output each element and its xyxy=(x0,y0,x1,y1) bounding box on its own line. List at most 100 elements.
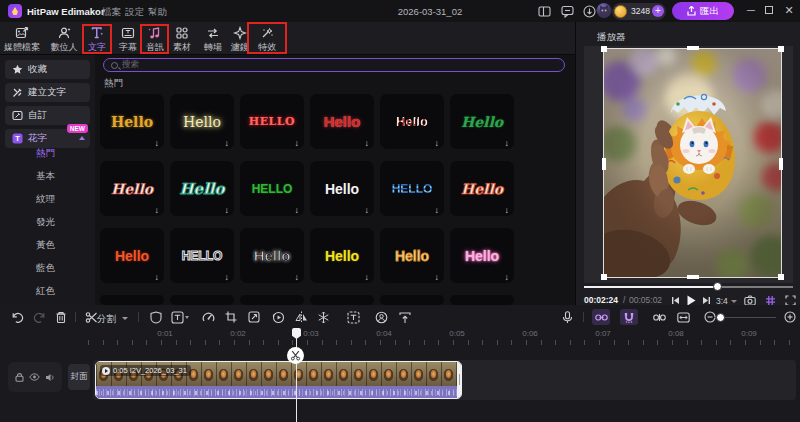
close-button[interactable]: ✕ xyxy=(782,4,796,18)
flip-button[interactable] xyxy=(292,309,310,325)
mask-button[interactable] xyxy=(147,309,165,325)
text-style-tile[interactable]: Hello↓ xyxy=(100,161,164,216)
split-at-playhead-button[interactable] xyxy=(287,347,304,364)
download-icon[interactable]: ↓ xyxy=(435,272,440,282)
link-clips-button[interactable] xyxy=(592,309,610,325)
download-icon[interactable]: ↓ xyxy=(155,205,160,215)
text-style-tile[interactable] xyxy=(240,295,304,305)
video-preview[interactable] xyxy=(604,49,781,277)
text-style-tile[interactable]: Hello↓ xyxy=(380,228,444,283)
download-icon[interactable]: ↓ xyxy=(365,138,370,148)
video-clip[interactable]: 0:05 I2V_2026_03_31 xyxy=(95,361,462,399)
download-icon[interactable]: ↓ xyxy=(155,138,160,148)
download-icon[interactable]: ↓ xyxy=(295,272,300,282)
playhead-handle[interactable] xyxy=(292,328,301,339)
tab-transitions[interactable]: 轉場 xyxy=(204,25,222,54)
download-icon[interactable] xyxy=(581,3,597,19)
sidebar-item-create-text[interactable]: 建立文字 xyxy=(5,83,90,102)
lock-icon[interactable] xyxy=(15,372,24,382)
text-template-button[interactable] xyxy=(344,309,362,325)
download-icon[interactable]: ↓ xyxy=(295,138,300,148)
download-icon[interactable]: ↓ xyxy=(225,138,230,148)
download-icon[interactable]: ↓ xyxy=(505,138,510,148)
mute-icon[interactable] xyxy=(45,373,55,382)
selection-handle[interactable] xyxy=(601,274,607,280)
text-style-tile[interactable]: HELLO↓ xyxy=(380,161,444,216)
user-avatar[interactable] xyxy=(596,2,612,18)
text-style-tile[interactable]: Hello↓ xyxy=(310,94,374,149)
download-icon[interactable]: ↓ xyxy=(225,205,230,215)
text-style-tile[interactable] xyxy=(380,295,444,305)
progress-scrubber[interactable] xyxy=(713,282,722,291)
download-icon[interactable]: ↓ xyxy=(435,205,440,215)
export-frame-button[interactable] xyxy=(245,309,263,325)
download-icon[interactable]: ↓ xyxy=(225,272,230,282)
magnet-snap-button[interactable] xyxy=(620,309,638,325)
download-icon[interactable]: ↓ xyxy=(435,138,440,148)
text-style-tile[interactable]: Hello↓ xyxy=(450,94,514,149)
text-style-tile[interactable]: Hello↓ xyxy=(100,94,164,149)
selection-handle[interactable] xyxy=(687,275,699,279)
add-coins-button[interactable]: + xyxy=(652,5,664,17)
zoom-in-button[interactable] xyxy=(781,309,799,325)
tab-stickers[interactable]: 素材 xyxy=(173,25,191,54)
download-icon[interactable]: ↓ xyxy=(155,272,160,282)
coins-balance[interactable]: 3248 + xyxy=(612,3,666,20)
speed-button[interactable] xyxy=(199,309,217,325)
reverse-play-button[interactable] xyxy=(269,309,287,325)
playback-progress-bar[interactable] xyxy=(584,286,793,288)
text-style-tile[interactable]: Hello↓ xyxy=(170,161,234,216)
text-tool-button[interactable] xyxy=(171,309,189,325)
text-style-tile[interactable] xyxy=(310,295,374,305)
sidebar-item-custom[interactable]: 自訂 xyxy=(5,106,90,125)
subcategory-glow[interactable]: 發光 xyxy=(36,216,55,229)
text-style-tile[interactable]: HELLO↓ xyxy=(240,161,304,216)
text-style-tile[interactable]: Hello↓ xyxy=(170,94,234,149)
download-icon[interactable]: ↓ xyxy=(365,205,370,215)
sidebar-item-fancy-text[interactable]: T 花字 NEW xyxy=(5,129,90,148)
freeze-frame-button[interactable] xyxy=(314,309,332,325)
layout-panels-icon[interactable] xyxy=(536,3,552,19)
tab-digital-human[interactable]: 數位人 xyxy=(51,25,78,54)
menu-settings[interactable]: 設定 xyxy=(125,6,144,19)
minimize-button[interactable]: ─ xyxy=(744,4,758,18)
menu-help[interactable]: 幫助 xyxy=(148,6,167,19)
text-style-tile[interactable]: Hello↓ xyxy=(310,228,374,283)
selection-handle[interactable] xyxy=(687,46,699,50)
record-voiceover-button[interactable] xyxy=(558,309,576,325)
text-style-tile[interactable] xyxy=(170,295,234,305)
text-style-tile[interactable] xyxy=(450,295,514,305)
cover-button[interactable]: 封面 xyxy=(68,364,90,390)
download-icon[interactable]: ↓ xyxy=(365,272,370,282)
text-style-tile[interactable]: Hello↓ xyxy=(380,94,444,149)
delete-button[interactable] xyxy=(52,309,70,325)
zoom-slider-handle[interactable] xyxy=(716,313,725,322)
text-style-tile[interactable] xyxy=(100,295,164,305)
search-input[interactable]: 搜索 xyxy=(103,58,565,72)
text-style-tile[interactable]: Hello↓ xyxy=(310,161,374,216)
avatar-effect-button[interactable] xyxy=(372,309,390,325)
subcategory-blue[interactable]: 藍色 xyxy=(36,262,55,275)
text-style-tile[interactable]: Hello↓ xyxy=(450,161,514,216)
selection-handle[interactable] xyxy=(779,158,783,170)
selection-handle[interactable] xyxy=(602,158,606,170)
undo-button[interactable] xyxy=(8,309,26,325)
unlink-button[interactable] xyxy=(650,309,668,325)
download-icon[interactable]: ↓ xyxy=(505,205,510,215)
selection-handle[interactable] xyxy=(601,46,607,52)
subcategory-basic[interactable]: 基本 xyxy=(36,170,55,183)
sidebar-item-favorites[interactable]: 收藏 xyxy=(5,60,90,79)
timeline-ruler[interactable] xyxy=(88,340,794,345)
split-dropdown-caret[interactable] xyxy=(122,317,128,320)
subcategory-yellow[interactable]: 黃色 xyxy=(36,239,55,252)
upload-media-button[interactable] xyxy=(396,309,414,325)
download-icon[interactable]: ↓ xyxy=(295,205,300,215)
fit-timeline-button[interactable] xyxy=(674,309,692,325)
menu-file[interactable]: 檔案 xyxy=(102,6,121,19)
export-button[interactable]: 匯出 xyxy=(672,2,734,20)
selection-handle[interactable] xyxy=(778,46,784,52)
text-style-tile[interactable]: Hello↓ xyxy=(240,228,304,283)
text-style-tile[interactable]: HELLO↓ xyxy=(170,228,234,283)
subcategory-red[interactable]: 紅色 xyxy=(36,285,55,298)
tab-subtitles[interactable]: 字幕 xyxy=(119,25,137,54)
